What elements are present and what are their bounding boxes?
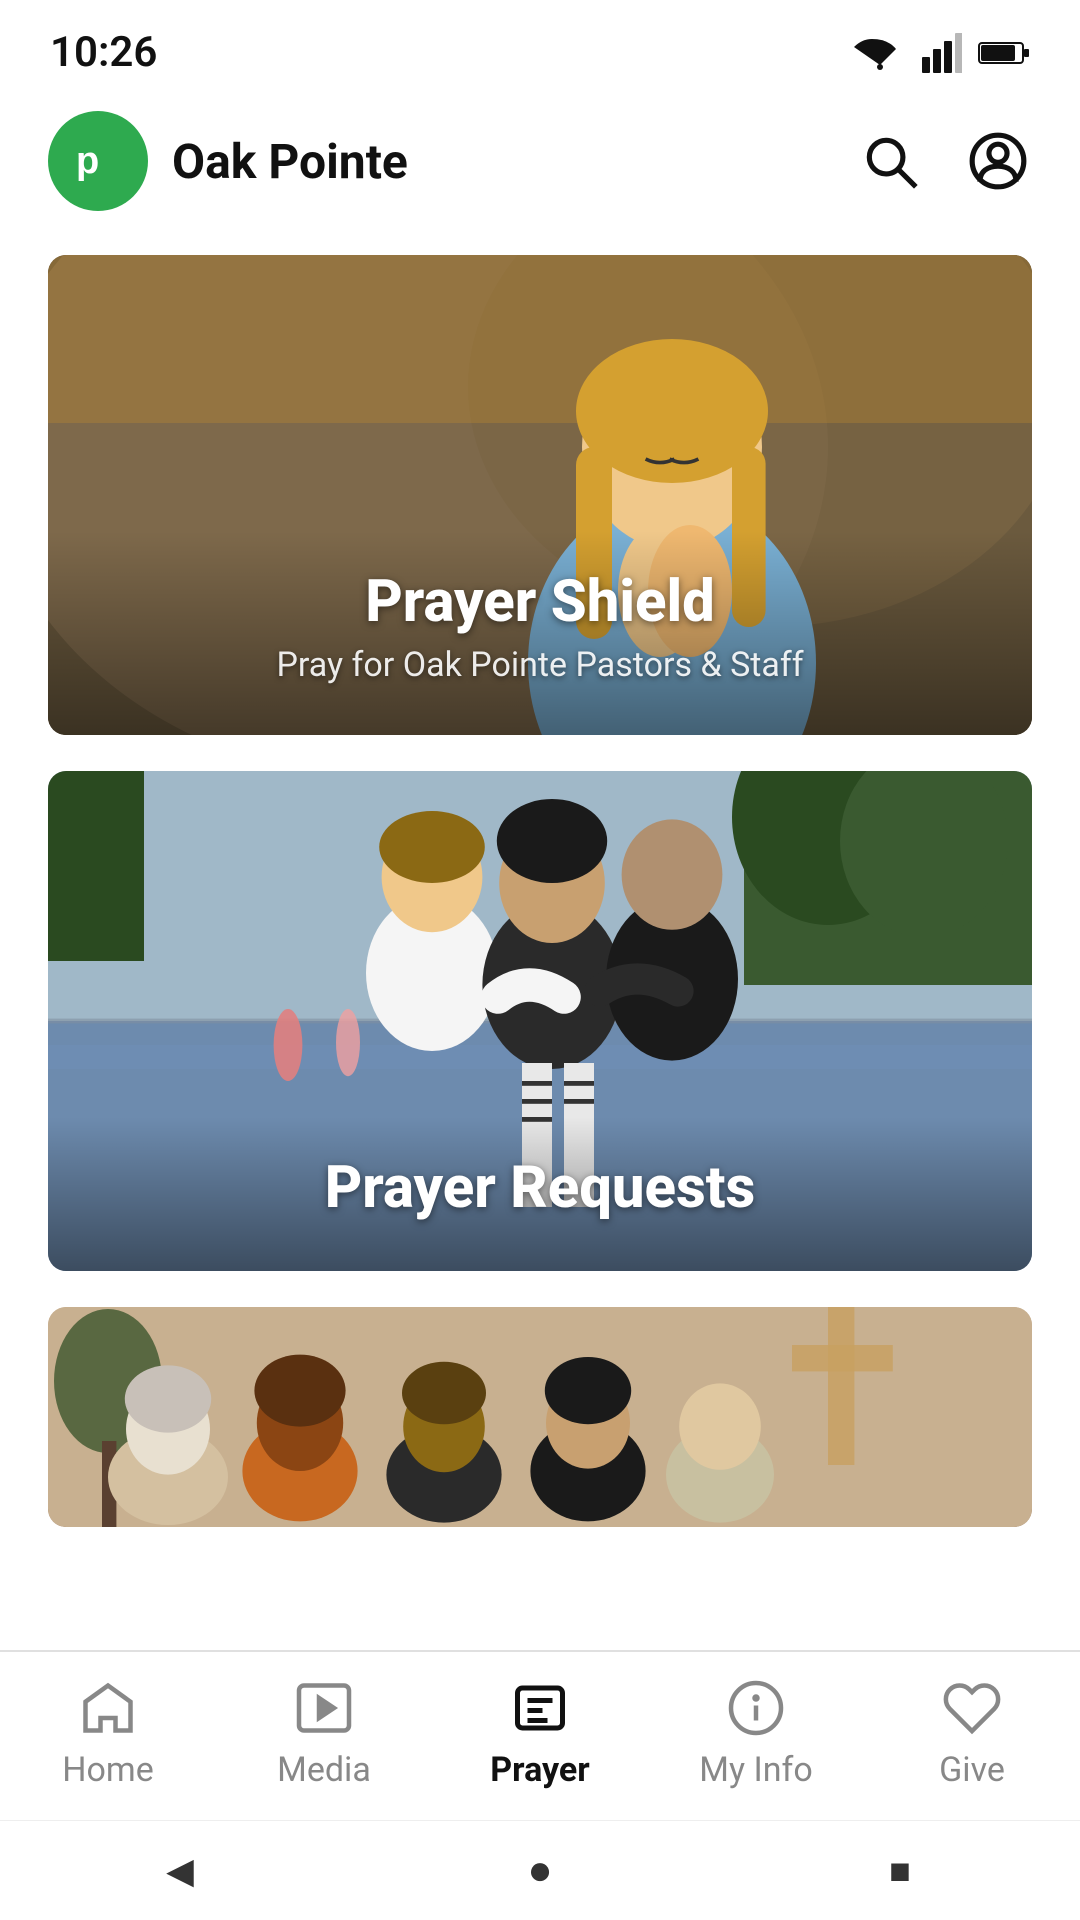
card-2-overlay: Prayer Requests (48, 1117, 1032, 1271)
bottom-navigation: Home Media Prayer (0, 1650, 1080, 1820)
nav-media[interactable]: Media (244, 1676, 404, 1790)
info-icon (726, 1678, 786, 1738)
media-icon (294, 1678, 354, 1738)
home-button[interactable]: ● (500, 1831, 580, 1911)
back-button[interactable]: ◀ (140, 1831, 220, 1911)
search-button[interactable] (856, 127, 924, 195)
prayer-nav-icon (508, 1676, 572, 1740)
heart-icon (942, 1678, 1002, 1738)
home-icon (78, 1678, 138, 1738)
media-nav-icon (292, 1676, 356, 1740)
give-nav-label: Give (939, 1750, 1005, 1790)
my-info-nav-label: My Info (699, 1750, 812, 1790)
status-bar: 10:26 (0, 0, 1080, 87)
prayer-nav-label: Prayer (490, 1750, 589, 1790)
header-left: p Oak Pointe (48, 111, 408, 211)
card-2-title: Prayer Requests (88, 1157, 992, 1221)
prayer-shield-card[interactable]: Prayer Shield Pray for Oak Pointe Pastor… (48, 255, 1032, 735)
battery-icon (978, 39, 1030, 67)
my-info-nav-icon (724, 1676, 788, 1740)
nav-my-info[interactable]: My Info (676, 1676, 836, 1790)
third-card-illustration (48, 1307, 1032, 1527)
recent-button[interactable]: ■ (860, 1831, 940, 1911)
profile-button[interactable] (964, 127, 1032, 195)
home-nav-label: Home (62, 1750, 154, 1790)
search-icon (859, 130, 921, 192)
header-right (856, 127, 1032, 195)
profile-icon (967, 130, 1029, 192)
signal-icon (922, 33, 962, 73)
wifi-icon (854, 35, 906, 71)
logo-icon: p (68, 131, 128, 191)
give-nav-icon (940, 1676, 1004, 1740)
main-content: Prayer Shield Pray for Oak Pointe Pastor… (0, 235, 1080, 1527)
status-time: 10:26 (50, 28, 157, 77)
app-header: p Oak Pointe (0, 87, 1080, 235)
third-card[interactable] (48, 1307, 1032, 1527)
prayer-requests-card[interactable]: Prayer Requests (48, 771, 1032, 1271)
status-icons (854, 33, 1030, 73)
app-name: Oak Pointe (172, 133, 408, 190)
svg-text:p: p (76, 140, 99, 182)
nav-give[interactable]: Give (892, 1676, 1052, 1790)
app-logo[interactable]: p (48, 111, 148, 211)
home-nav-icon (76, 1676, 140, 1740)
prayer-icon (510, 1678, 570, 1738)
nav-prayer[interactable]: Prayer (460, 1676, 620, 1790)
card-1-subtitle: Pray for Oak Pointe Pastors & Staff (88, 645, 992, 685)
android-navigation: ◀ ● ■ (0, 1820, 1080, 1920)
card-1-overlay: Prayer Shield Pray for Oak Pointe Pastor… (48, 531, 1032, 735)
card-1-title: Prayer Shield (88, 571, 992, 635)
media-nav-label: Media (277, 1750, 371, 1790)
nav-home[interactable]: Home (28, 1676, 188, 1790)
